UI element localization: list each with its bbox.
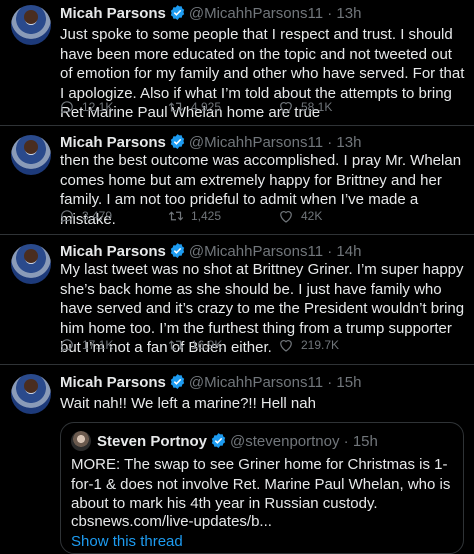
verified-badge-icon (169, 373, 186, 394)
separator: · (327, 134, 333, 151)
avatar[interactable] (11, 5, 51, 45)
separator: · (327, 374, 333, 391)
separator: · (327, 243, 333, 260)
reply-count: 12.1K (82, 100, 114, 114)
like-count: 42K (301, 209, 323, 223)
like-button[interactable]: 42K (277, 207, 322, 225)
verified-badge-icon (169, 4, 186, 25)
tweet-1[interactable]: Micah Parsons @MicahhParsons11 · 13h Just… (0, 0, 474, 125)
retweet-count: 16.9K (191, 338, 223, 352)
reply-button[interactable]: 12.1K (58, 98, 113, 116)
quoted-tweet-text: MORE: The swap to see Griner home for Ch… (71, 456, 451, 513)
timestamp[interactable]: 13h (336, 5, 361, 22)
avatar[interactable] (11, 135, 51, 175)
quoted-link[interactable]: cbsnews.com/live-updates/b... (71, 513, 272, 530)
like-icon (280, 211, 292, 223)
quoted-tweet-header: Steven Portnoy @stevenportnoy · 15h (71, 431, 378, 453)
tweet-2[interactable]: Micah Parsons @MicahhParsons11 · 13h then… (0, 126, 474, 234)
tweet-header: Micah Parsons @MicahhParsons11 · 15h (60, 373, 361, 393)
tweet-text: then the best outcome was accomplished. … (60, 152, 462, 228)
retweet-count: 1,425 (191, 209, 222, 223)
retweet-button[interactable]: 1,425 (167, 207, 221, 225)
avatar[interactable] (11, 244, 51, 284)
timestamp[interactable]: 13h (336, 134, 361, 151)
reply-icon (60, 101, 73, 114)
retweet-icon (168, 211, 184, 221)
separator: · (327, 5, 333, 22)
author-handle[interactable]: @MicahhParsons11 (189, 374, 323, 391)
retweet-button[interactable]: 16.9K (167, 336, 222, 354)
reply-icon (60, 339, 73, 352)
like-icon (280, 102, 292, 114)
retweet-icon (168, 102, 184, 112)
timestamp[interactable]: 14h (336, 243, 361, 260)
separator: · (343, 433, 349, 450)
tweet-text: Just spoke to some people that I respect… (60, 26, 465, 122)
tweet-text: My last tweet was no shot at Brittney Gr… (60, 261, 465, 357)
quoted-timestamp: 15h (352, 433, 378, 450)
like-count: 58.1K (301, 100, 333, 114)
tweet-text: Wait nah!! We left a marine?!! Hell nah (60, 395, 316, 412)
tweet-header: Micah Parsons @MicahhParsons11 · 13h (60, 4, 361, 24)
tweet-header: Micah Parsons @MicahhParsons11 · 13h (60, 133, 361, 153)
author-name[interactable]: Micah Parsons (60, 243, 166, 260)
tweet-header: Micah Parsons @MicahhParsons11 · 14h (60, 242, 361, 262)
quoted-avatar (71, 431, 91, 451)
author-handle[interactable]: @MicahhParsons11 (189, 134, 323, 151)
retweet-button[interactable]: 4,925 (167, 98, 221, 116)
show-thread-link[interactable]: Show this thread (71, 533, 183, 550)
like-button[interactable]: 219.7K (277, 336, 339, 354)
author-handle[interactable]: @MicahhParsons11 (189, 5, 323, 22)
author-name[interactable]: Micah Parsons (60, 374, 166, 391)
verified-badge-icon (210, 432, 227, 453)
avatar[interactable] (11, 374, 51, 414)
reply-count: 17.1K (82, 338, 114, 352)
quoted-author-handle: @stevenportnoy (230, 433, 340, 450)
retweet-icon (168, 340, 184, 350)
reply-icon (60, 210, 73, 223)
like-count: 219.7K (301, 338, 340, 352)
tweet-3[interactable]: Micah Parsons @MicahhParsons11 · 14h My l… (0, 235, 474, 364)
reply-button[interactable]: 17.1K (58, 336, 113, 354)
author-name[interactable]: Micah Parsons (60, 5, 166, 22)
author-handle[interactable]: @MicahhParsons11 (189, 243, 323, 260)
like-icon (280, 340, 292, 352)
timestamp[interactable]: 15h (336, 374, 361, 391)
reply-count: 3,479 (82, 209, 113, 223)
retweet-count: 4,925 (191, 100, 222, 114)
reply-button[interactable]: 3,479 (58, 207, 112, 225)
author-name[interactable]: Micah Parsons (60, 134, 166, 151)
quoted-tweet[interactable]: Steven Portnoy @stevenportnoy · 15h MORE:… (60, 422, 464, 554)
quoted-author-name: Steven Portnoy (97, 433, 208, 450)
like-button[interactable]: 58.1K (277, 98, 332, 116)
